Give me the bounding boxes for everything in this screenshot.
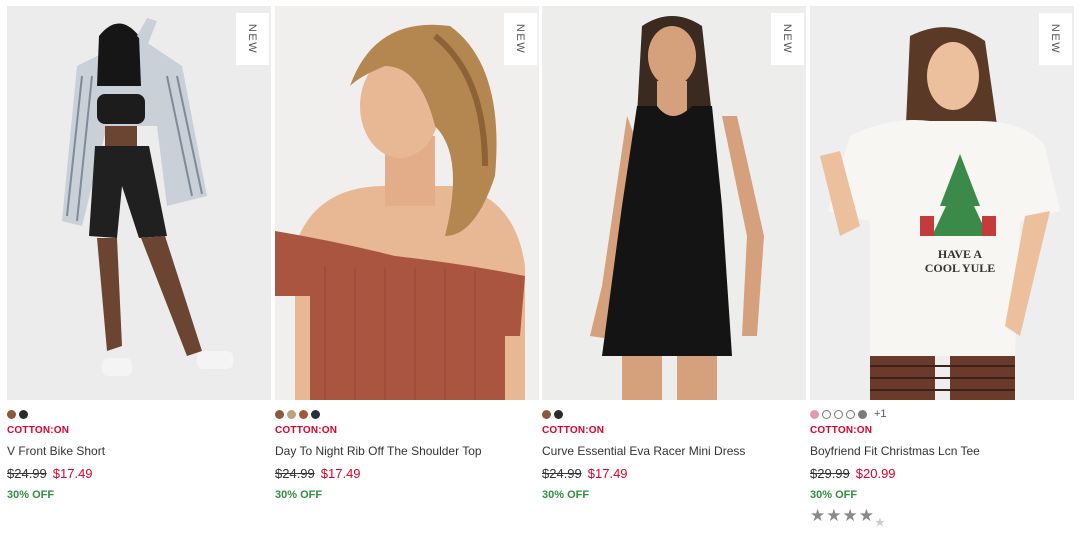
original-price: $24.99 [542, 466, 582, 481]
color-swatch[interactable] [810, 409, 819, 419]
color-swatch[interactable] [287, 409, 296, 419]
product-image[interactable]: NEW [7, 6, 271, 400]
sale-price: $17.49 [320, 466, 361, 481]
new-badge: NEW [504, 13, 537, 65]
discount-label: 30% OFF [7, 489, 55, 501]
original-price: $24.99 [275, 466, 315, 481]
color-swatch[interactable] [275, 409, 284, 419]
price-row: $29.99 $20.99 [810, 466, 1074, 481]
sale-price: $20.99 [855, 466, 896, 481]
product-name[interactable]: Boyfriend Fit Christmas Lcn Tee [810, 444, 1074, 458]
new-badge: NEW [771, 13, 804, 65]
color-swatch[interactable] [311, 409, 320, 419]
price-row: $24.99 $17.49 [542, 466, 806, 481]
new-badge-label: NEW [514, 23, 527, 55]
color-swatch[interactable] [542, 409, 551, 419]
color-swatches [275, 409, 539, 419]
color-swatches [7, 409, 271, 419]
product-card[interactable]: NEW COTTON:ON Day To Night Rib Off The S… [275, 6, 539, 501]
color-swatch[interactable] [554, 409, 563, 419]
sale-price: $17.49 [52, 466, 93, 481]
more-colors-label[interactable]: +1 [874, 409, 887, 420]
price-row: $24.99 $17.49 [7, 466, 271, 481]
new-badge-label: NEW [246, 23, 259, 55]
star-icon: ★ [810, 506, 826, 525]
color-swatch[interactable] [846, 409, 855, 419]
price-row: $24.99 $17.49 [275, 466, 539, 481]
new-badge-label: NEW [781, 23, 794, 55]
product-image[interactable]: NEW [542, 6, 806, 400]
rating-stars: ★ ★ ★ ★ ★ [810, 507, 1074, 532]
color-swatch[interactable] [7, 409, 16, 419]
original-price: $24.99 [7, 466, 47, 481]
discount-label: 30% OFF [275, 489, 323, 501]
svg-text:COOL YULE: COOL YULE [925, 261, 996, 275]
star-icon: ★ [826, 506, 842, 525]
color-swatch[interactable] [19, 409, 28, 419]
color-swatch[interactable] [299, 409, 308, 419]
star-icon: ★ [842, 506, 858, 525]
color-swatches [542, 409, 806, 419]
sale-price: $17.49 [587, 466, 628, 481]
color-swatches: +1 [810, 409, 1074, 420]
star-icon: ★ [875, 517, 885, 529]
star-icon: ★ [858, 506, 874, 525]
brand-label: COTTON:ON [810, 425, 873, 436]
original-price: $29.99 [810, 466, 850, 481]
product-card[interactable]: HAVE A COOL YULE NEW +1 COTTON:ON Boyfri… [810, 6, 1074, 532]
brand-label: COTTON:ON [7, 425, 70, 436]
brand-label: COTTON:ON [275, 425, 338, 436]
product-image[interactable]: HAVE A COOL YULE NEW [810, 6, 1074, 400]
product-card[interactable]: NEW COTTON:ON V Front Bike Short $24.99 … [7, 6, 271, 501]
brand-label: COTTON:ON [542, 425, 605, 436]
new-badge: NEW [1039, 13, 1072, 65]
product-name[interactable]: V Front Bike Short [7, 444, 271, 458]
product-card[interactable]: NEW COTTON:ON Curve Essential Eva Racer … [542, 6, 806, 501]
product-grid: NEW COTTON:ON V Front Bike Short $24.99 … [0, 0, 1080, 545]
svg-text:HAVE A: HAVE A [938, 247, 982, 261]
new-badge-label: NEW [1049, 23, 1062, 55]
color-swatch[interactable] [834, 409, 843, 419]
product-name[interactable]: Curve Essential Eva Racer Mini Dress [542, 444, 806, 458]
color-swatch[interactable] [822, 409, 831, 419]
new-badge: NEW [236, 13, 269, 65]
discount-label: 30% OFF [810, 489, 858, 501]
discount-label: 30% OFF [542, 489, 590, 501]
product-image[interactable]: NEW [275, 6, 539, 400]
product-name[interactable]: Day To Night Rib Off The Shoulder Top [275, 444, 539, 458]
color-swatch[interactable] [858, 409, 867, 419]
